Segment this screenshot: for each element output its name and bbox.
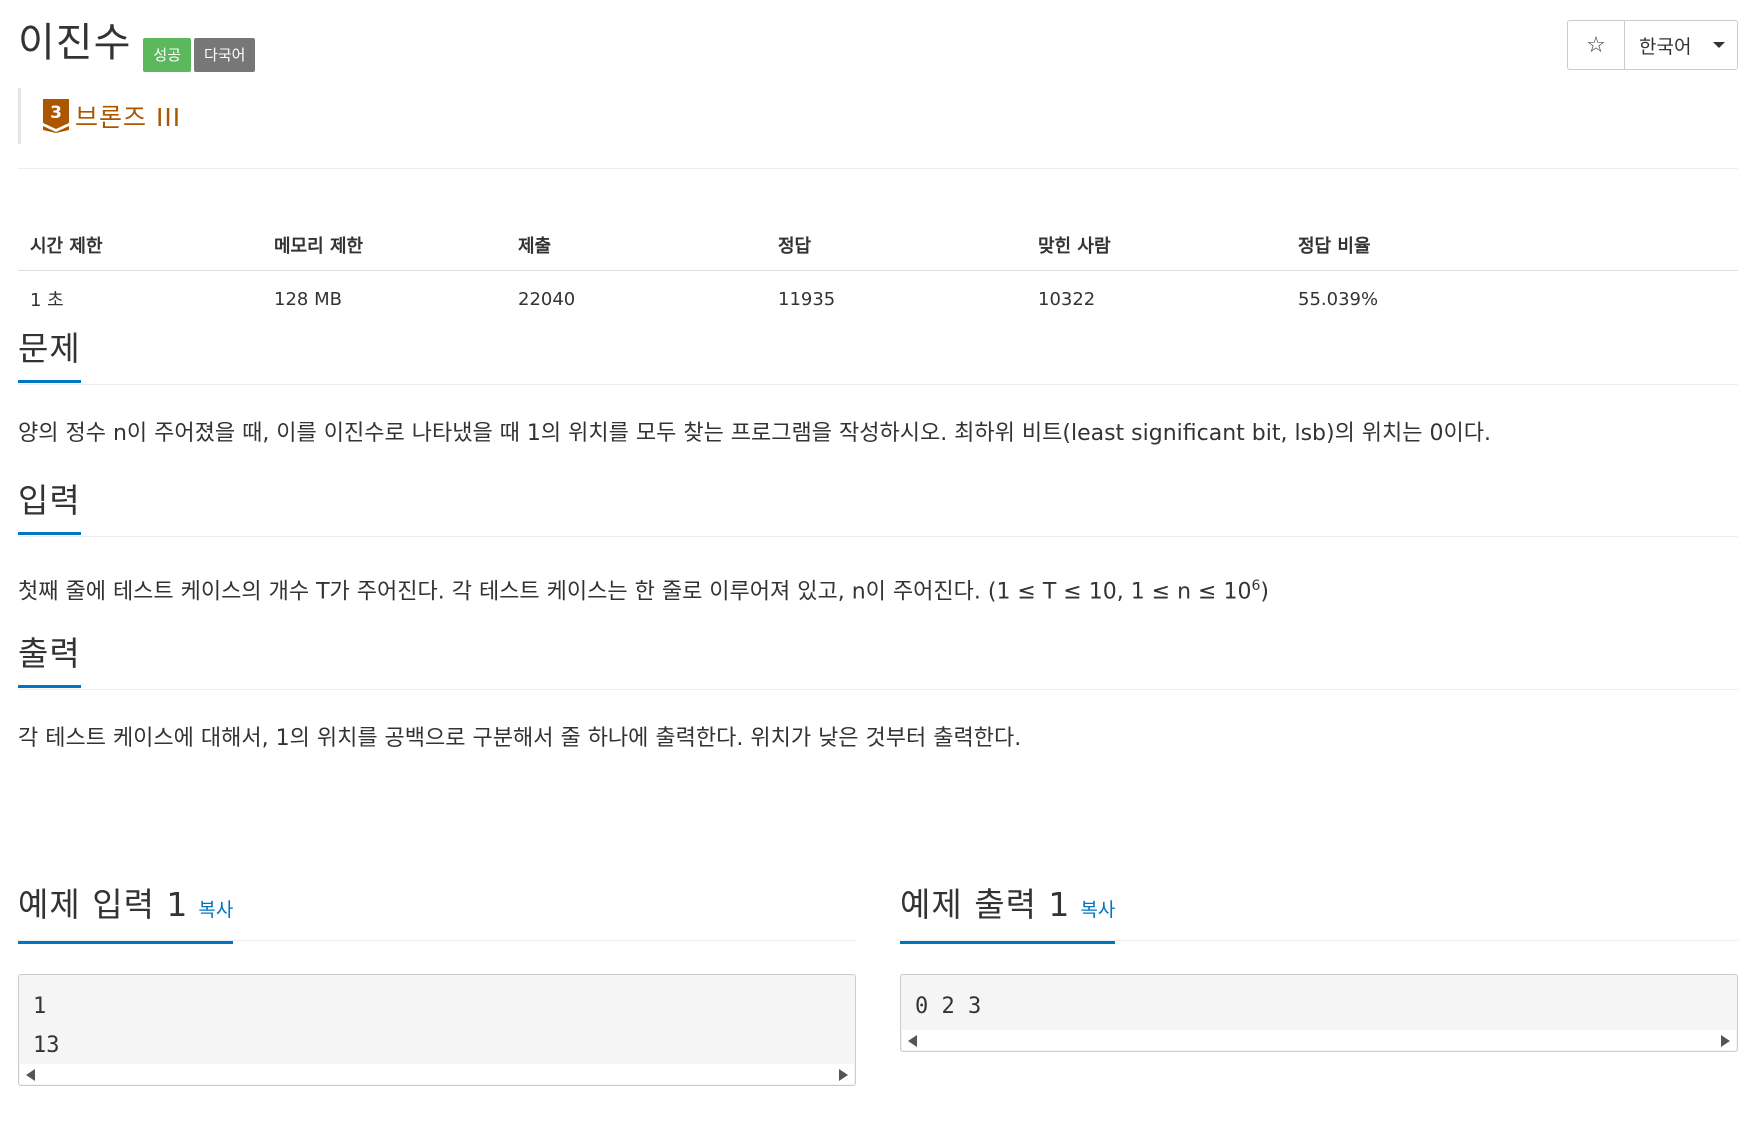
submissions-value: 22040 — [518, 288, 576, 310]
multilang-badge: 다국어 — [194, 38, 256, 72]
header-submissions: 제출 — [506, 220, 766, 271]
sample-input-section: 예제 입력 1 복사 1 13 — [18, 880, 856, 1086]
language-label: 한국어 — [1639, 35, 1692, 58]
sample-output-section: 예제 출력 1 복사 0 2 3 — [900, 880, 1738, 1052]
horizontal-scrollbar[interactable] — [902, 1030, 1736, 1050]
tier-badge-icon: 3 — [43, 99, 69, 133]
sample-output-heading: 예제 출력 1 복사 — [900, 880, 1116, 944]
problem-output-text: 각 테스트 케이스에 대해서, 1의 위치를 공백으로 구분해서 줄 하나에 출… — [18, 726, 1022, 751]
problem-input-text-end: ) — [1260, 579, 1269, 605]
section-headline: 예제 입력 1 복사 — [18, 880, 856, 944]
scroll-right-arrow-icon[interactable] — [1721, 1035, 1730, 1047]
chevron-down-icon — [1713, 42, 1725, 48]
scroll-left-arrow-icon[interactable] — [26, 1069, 35, 1081]
table-header-row: 시간 제한 메모리 제한 제출 정답 맞힌 사람 정답 비율 — [18, 220, 1738, 271]
section-headline: 출력 — [18, 629, 1738, 690]
section-headline: 입력 — [18, 476, 1738, 537]
sample-output-content: 0 2 3 — [915, 994, 982, 1019]
memory-limit-value: 128 MB — [274, 288, 342, 310]
horizontal-scrollbar[interactable] — [20, 1064, 854, 1084]
problem-output-section: 출력 각 테스트 케이스에 대해서, 1의 위치를 공백으로 구분해서 줄 하나… — [18, 629, 1738, 769]
sample-input-title: 예제 입력 1 — [18, 885, 189, 924]
page-title: 이진수 — [18, 20, 132, 66]
title-row: 이진수 성공 다국어 — [18, 18, 256, 78]
sample-output-title: 예제 출력 1 — [900, 885, 1071, 924]
tier-name[interactable]: 브론즈 III — [75, 98, 181, 134]
sample-input-content: 1 13 — [33, 994, 60, 1058]
sample-output-code[interactable]: 0 2 3 — [900, 974, 1738, 1052]
problem-info-table: 시간 제한 메모리 제한 제출 정답 맞힌 사람 정답 비율 1 초 128 M… — [18, 220, 1738, 327]
star-button[interactable]: ☆ — [1568, 21, 1625, 69]
accept-ratio-value: 55.039% — [1298, 288, 1379, 310]
problem-description-text: 양의 정수 n이 주어졌을 때, 이를 이진수로 나타냈을 때 1의 위치를 모… — [18, 421, 1491, 446]
scroll-right-arrow-icon[interactable] — [839, 1069, 848, 1081]
status-badge-success: 성공 — [143, 38, 192, 72]
sample-input-heading: 예제 입력 1 복사 — [18, 880, 234, 944]
solved-users-value: 10322 — [1038, 288, 1096, 310]
problem-output-title: 출력 — [18, 629, 81, 688]
time-limit-value: 1 초 — [30, 290, 64, 311]
section-headline: 예제 출력 1 복사 — [900, 880, 1738, 944]
star-icon: ☆ — [1586, 32, 1606, 58]
sample-input-code[interactable]: 1 13 — [18, 974, 856, 1086]
problem-page: 이진수 성공 다국어 3 브론즈 III ☆ 한국어 시간 제한 메모리 제한 … — [18, 0, 1738, 1121]
header-accepted: 정답 — [766, 220, 1026, 271]
header-accept-ratio: 정답 비율 — [1286, 220, 1738, 271]
copy-sample-output-button[interactable]: 복사 — [1080, 899, 1115, 921]
accepted-value: 11935 — [778, 288, 836, 310]
tier-info: 3 브론즈 III — [18, 88, 181, 144]
tier-number: 3 — [50, 103, 62, 123]
problem-input-text-main: 첫째 줄에 테스트 케이스의 개수 T가 주어진다. 각 테스트 케이스는 한 … — [18, 579, 1252, 605]
scroll-left-arrow-icon[interactable] — [908, 1035, 917, 1047]
section-headline: 문제 — [18, 324, 1738, 385]
language-dropdown[interactable]: 한국어 — [1625, 21, 1737, 69]
problem-input-text: 첫째 줄에 테스트 케이스의 개수 T가 주어진다. 각 테스트 케이스는 한 … — [18, 571, 1269, 607]
copy-sample-input-button[interactable]: 복사 — [198, 899, 233, 921]
problem-input-section: 입력 첫째 줄에 테스트 케이스의 개수 T가 주어진다. 각 테스트 케이스는… — [18, 476, 1738, 616]
problem-input-title: 입력 — [18, 476, 81, 535]
header-time-limit: 시간 제한 — [18, 220, 262, 271]
header-solved-users: 맞힌 사람 — [1026, 220, 1286, 271]
problem-actions: ☆ 한국어 — [1567, 20, 1738, 70]
table-row: 1 초 128 MB 22040 11935 10322 55.039% — [18, 271, 1738, 328]
problem-description-title: 문제 — [18, 324, 81, 383]
header-divider — [18, 168, 1738, 169]
problem-description-section: 문제 양의 정수 n이 주어졌을 때, 이를 이진수로 나타냈을 때 1의 위치… — [18, 324, 1738, 464]
header-memory-limit: 메모리 제한 — [262, 220, 506, 271]
